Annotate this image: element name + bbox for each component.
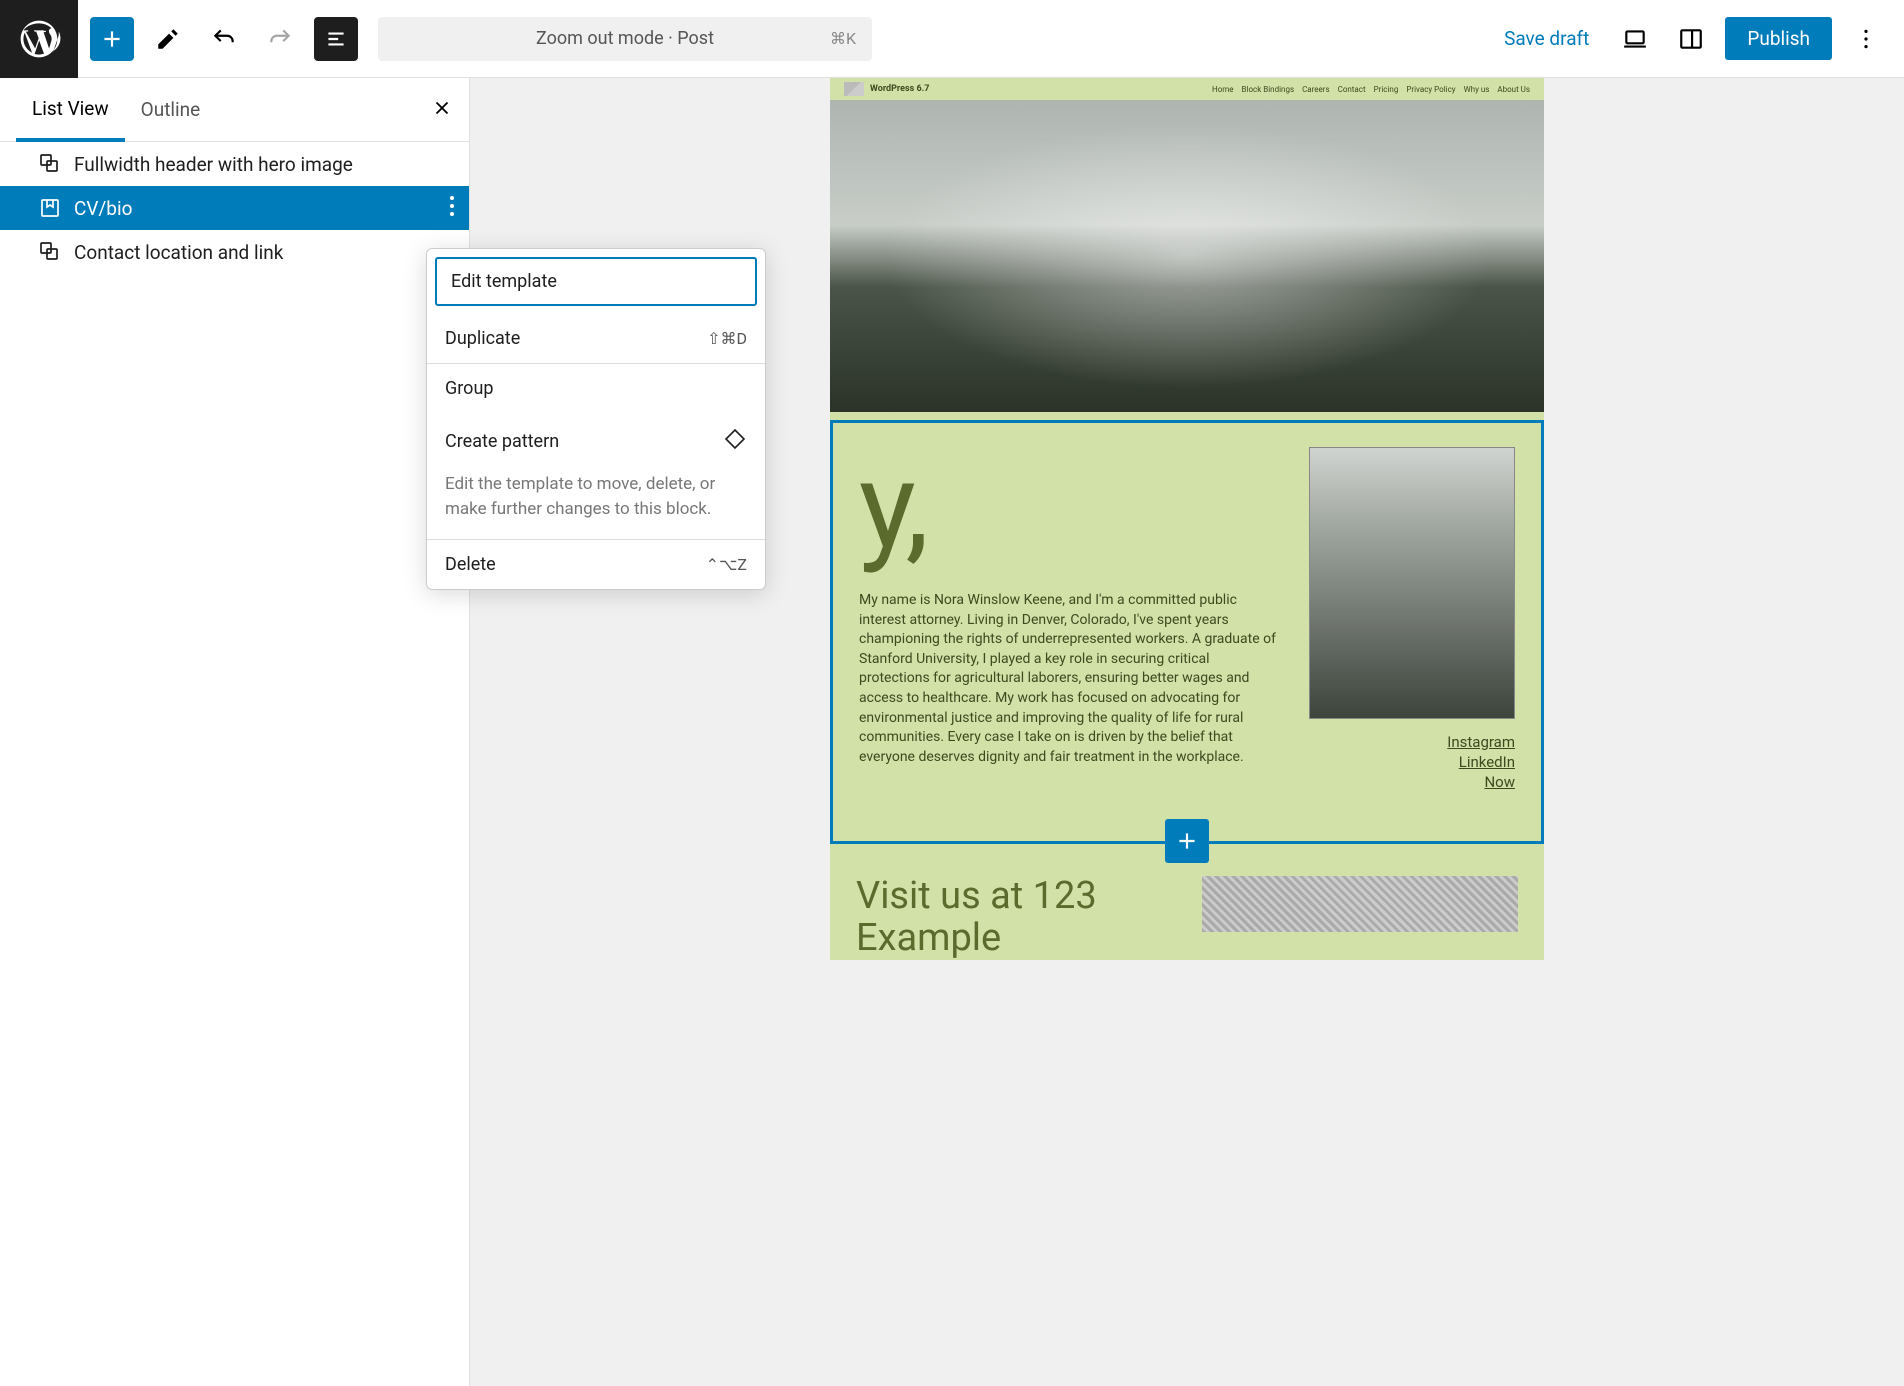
pattern-icon	[38, 152, 62, 176]
list-view-icon	[323, 26, 349, 52]
tab-list-view[interactable]: List View	[16, 78, 125, 142]
cv-heading: y,	[859, 447, 1281, 567]
site-logo	[844, 82, 864, 96]
block-context-menu: Edit template Duplicate ⇧⌘D Group Create…	[426, 248, 766, 590]
tools-button[interactable]	[146, 17, 190, 61]
cv-bio-block[interactable]: y, My name is Nora Winslow Keene, and I'…	[830, 420, 1544, 844]
social-links: Instagram LinkedIn Now	[1309, 733, 1515, 791]
pattern-icon	[723, 427, 747, 456]
wordpress-icon	[17, 17, 61, 61]
site-title: WordPress 6.7	[870, 84, 929, 94]
list-view-sidebar: List View Outline Fullwidth header with …	[0, 78, 470, 1386]
undo-button[interactable]	[202, 17, 246, 61]
list-item[interactable]: Contact location and link	[0, 230, 469, 274]
ctx-shortcut: ⇧⌘D	[707, 329, 747, 348]
ctx-shortcut: ⌃⌥Z	[706, 555, 747, 574]
bookmark-icon	[38, 196, 62, 220]
hero-image	[830, 100, 1544, 412]
site-header: WordPress 6.7 Home Block Bindings Career…	[830, 78, 1544, 100]
ctx-edit-template[interactable]: Edit template	[435, 257, 757, 306]
portrait-image	[1309, 447, 1515, 719]
list-item-label: Contact location and link	[74, 241, 283, 264]
view-button[interactable]	[1613, 17, 1657, 61]
ctx-create-pattern[interactable]: Create pattern	[427, 413, 765, 470]
sidebar-toggle-button[interactable]	[1669, 17, 1713, 61]
redo-button[interactable]	[258, 17, 302, 61]
ctx-group[interactable]: Group	[427, 364, 765, 413]
list-item-options-button[interactable]	[449, 195, 455, 222]
add-block-button[interactable]	[1165, 819, 1209, 863]
cv-body: My name is Nora Winslow Keene, and I'm a…	[859, 591, 1281, 767]
plus-icon	[1174, 828, 1200, 854]
save-draft-button[interactable]: Save draft	[1504, 27, 1589, 50]
close-icon	[431, 97, 453, 119]
editor-topbar: Zoom out mode · Post ⌘K Save draft Publi…	[0, 0, 1904, 78]
more-vertical-icon	[1853, 26, 1879, 52]
ctx-delete[interactable]: Delete ⌃⌥Z	[427, 540, 765, 589]
map-image	[1202, 876, 1518, 932]
redo-icon	[267, 26, 293, 52]
list-item[interactable]: Fullwidth header with hero image	[0, 142, 469, 186]
ctx-label: Duplicate	[445, 328, 520, 349]
social-link[interactable]: Now	[1309, 773, 1515, 791]
close-sidebar-button[interactable]	[431, 97, 453, 123]
contact-heading: Visit us at 123 Example	[856, 876, 1180, 960]
list-item-label: CV/bio	[74, 197, 132, 220]
site-nav: Home Block Bindings Careers Contact Pric…	[1212, 85, 1530, 94]
social-link[interactable]: LinkedIn	[1309, 753, 1515, 771]
block-inserter-button[interactable]	[90, 17, 134, 61]
options-button[interactable]	[1844, 17, 1888, 61]
laptop-icon	[1622, 26, 1648, 52]
social-link[interactable]: Instagram	[1309, 733, 1515, 751]
pattern-icon	[38, 240, 62, 264]
ctx-label: Delete	[445, 554, 496, 575]
command-bar-label: Zoom out mode · Post	[536, 28, 714, 49]
panel-icon	[1678, 26, 1704, 52]
wordpress-logo[interactable]	[0, 0, 78, 78]
undo-icon	[211, 26, 237, 52]
publish-button[interactable]: Publish	[1725, 17, 1832, 60]
tab-outline[interactable]: Outline	[125, 78, 217, 142]
command-bar[interactable]: Zoom out mode · Post ⌘K	[378, 17, 872, 61]
ctx-description: Edit the template to move, delete, or ma…	[427, 470, 765, 539]
ctx-duplicate[interactable]: Duplicate ⇧⌘D	[427, 314, 765, 363]
list-item-label: Fullwidth header with hero image	[74, 153, 353, 176]
ctx-label: Create pattern	[445, 431, 559, 452]
document-overview-button[interactable]	[314, 17, 358, 61]
command-bar-shortcut: ⌘K	[830, 29, 856, 48]
pencil-icon	[155, 26, 181, 52]
plus-icon	[99, 26, 125, 52]
list-item[interactable]: CV/bio	[0, 186, 469, 230]
more-vertical-icon	[449, 195, 455, 217]
